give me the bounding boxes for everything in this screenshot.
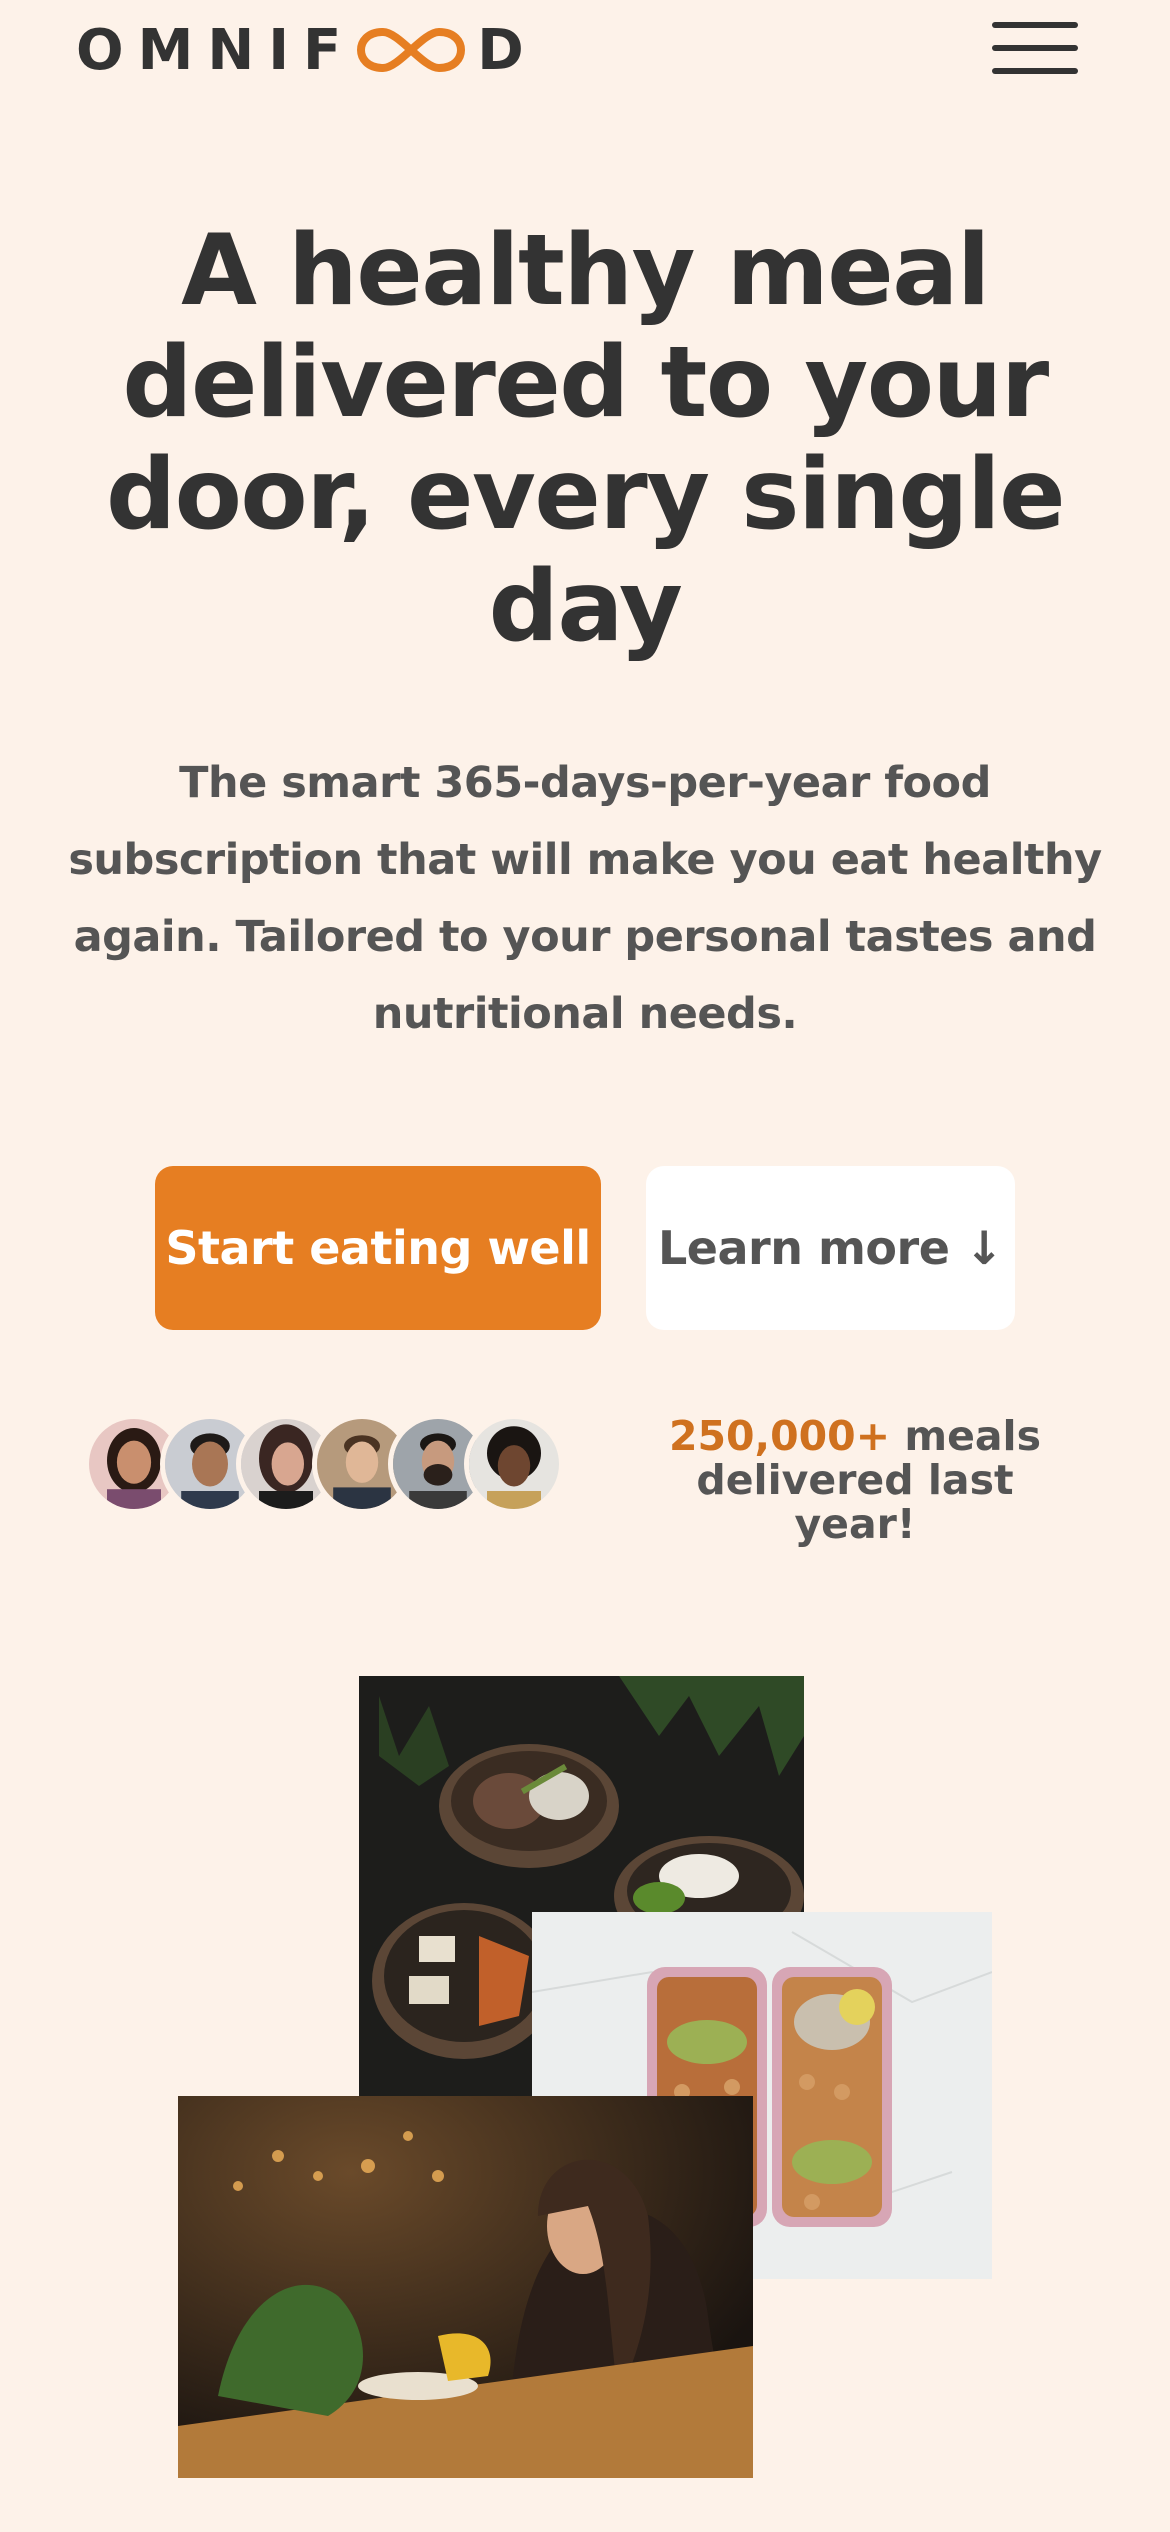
omnifood-logo[interactable]: OMNIF D <box>76 17 538 83</box>
meals-delivered-count: 250,000+ <box>668 1412 891 1460</box>
customer-avatar <box>464 1414 564 1514</box>
logo-text-end: D <box>477 17 538 83</box>
hero-title: A healthy meal delivered to your door, e… <box>105 214 1066 664</box>
customer-avatars <box>84 1414 564 1514</box>
infinity-loop-icon <box>357 27 466 73</box>
hero-description: The smart 365-days-per-year food subscri… <box>68 758 1102 1039</box>
learn-more-button[interactable]: Learn more ↓ <box>646 1166 1015 1330</box>
meals-delivered-text: 250,000+ meals delivered last year! <box>630 1414 1080 1546</box>
landing-page: OMNIF D A healthy meal delivered to your… <box>0 0 1170 2532</box>
meals-delivered-label: meals <box>890 1412 1042 1460</box>
meals-delivered-caption: delivered last year! <box>696 1456 1014 1548</box>
hamburger-menu-icon[interactable] <box>990 20 1080 76</box>
start-eating-well-button[interactable]: Start eating well <box>155 1166 601 1330</box>
hero-image-woman-eating <box>178 2096 753 2478</box>
logo-text-start: OMNIF <box>76 17 356 83</box>
